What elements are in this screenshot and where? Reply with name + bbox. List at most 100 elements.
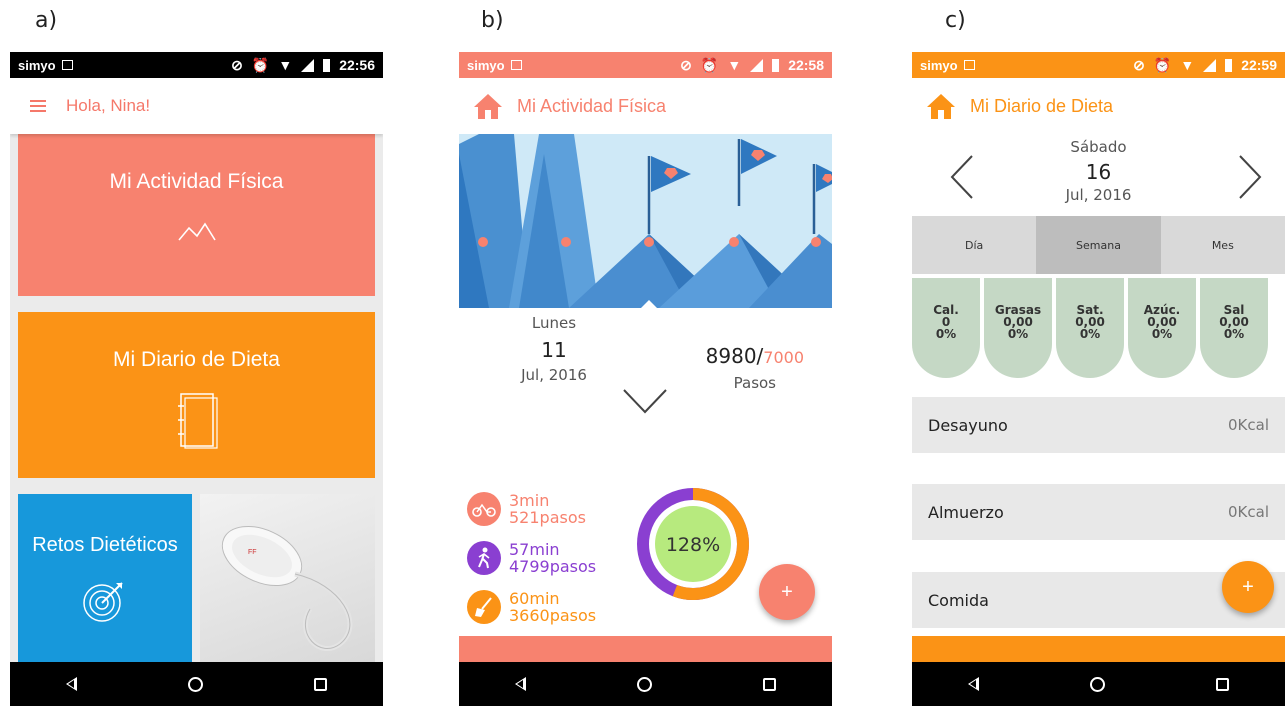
steps-goal: 7000 xyxy=(763,348,804,367)
month-year: Jul, 2016 xyxy=(521,366,587,384)
nutrient-calories: Cal. 0 0% xyxy=(912,278,980,378)
do-not-disturb-icon: ⊘ xyxy=(1133,57,1145,73)
home-button-icon[interactable] xyxy=(187,676,203,692)
wifi-icon: ▼ xyxy=(278,57,293,73)
carrier-label: simyo xyxy=(18,57,56,73)
activity-steps: 521pasos xyxy=(509,508,586,527)
home-icon[interactable] xyxy=(926,92,956,120)
wearable-device-image: FF xyxy=(221,525,353,652)
android-nav-bar xyxy=(912,662,1285,706)
weekday: Sábado xyxy=(1070,138,1127,156)
steps-value: 8980/ xyxy=(705,344,764,368)
progress-percent-label: 128% xyxy=(666,534,720,556)
mountains-illustration xyxy=(459,134,832,308)
back-icon[interactable] xyxy=(967,677,979,691)
battery-icon xyxy=(1225,58,1233,72)
home-icon[interactable] xyxy=(473,92,503,120)
home-button-icon[interactable] xyxy=(1089,676,1105,692)
do-not-disturb-icon: ⊘ xyxy=(680,57,692,73)
bottom-strip xyxy=(459,636,832,662)
panel-label-a: a) xyxy=(35,8,58,33)
activity-minutes: 60min xyxy=(509,589,560,608)
clock: 22:59 xyxy=(1241,57,1277,73)
battery-icon xyxy=(323,58,331,72)
chevron-down-icon[interactable] xyxy=(622,388,668,414)
meal-kcal: 0Kcal xyxy=(1228,503,1269,521)
wifi-icon: ▼ xyxy=(1180,57,1195,73)
image-notification-icon xyxy=(61,60,73,70)
tile-title: Retos Dietéticos xyxy=(32,534,178,556)
tab-mes[interactable]: Mes xyxy=(1160,216,1285,274)
period-tabs: Día Semana Mes xyxy=(912,216,1285,274)
recent-apps-icon[interactable] xyxy=(763,677,777,691)
signal-icon xyxy=(301,58,315,72)
status-bar: simyo ⊘ ⏰ ▼ 22:56 xyxy=(10,52,383,78)
tab-semana[interactable]: Semana xyxy=(1036,216,1161,274)
device-photo[interactable]: FF xyxy=(200,494,375,662)
alarm-icon: ⏰ xyxy=(251,57,270,73)
bottom-strip xyxy=(912,636,1285,662)
add-button[interactable]: + xyxy=(1222,561,1274,613)
nutrient-percent: 0% xyxy=(935,327,957,341)
image-notification-icon xyxy=(510,60,522,70)
meal-row-desayuno[interactable]: Desayuno 0Kcal xyxy=(912,397,1285,453)
chevron-left-icon[interactable] xyxy=(950,154,974,200)
signal-icon xyxy=(750,58,764,72)
tab-dia[interactable]: Día xyxy=(912,216,1037,274)
image-notification-icon xyxy=(963,60,975,70)
page-title: Mi Diario de Dieta xyxy=(970,95,1114,116)
tile-diario-dieta[interactable]: Mi Diario de Dieta xyxy=(18,312,375,478)
battery-icon xyxy=(772,58,780,72)
tile-retos-dieteticos[interactable]: Retos Dietéticos xyxy=(18,494,192,662)
page-title: Mi Actividad Física xyxy=(517,95,667,116)
activity-row-chores: 60min 3660pasos xyxy=(467,590,596,624)
weekday: Lunes xyxy=(531,314,577,332)
chevron-right-icon[interactable] xyxy=(1238,154,1262,200)
progress-ring: 128% xyxy=(635,484,759,613)
home-button-icon[interactable] xyxy=(636,676,652,692)
home-tiles: Mi Actividad Física Mi Diario de Dieta R… xyxy=(10,134,383,662)
steps-summary: 8980/7000 Pasos xyxy=(706,344,804,392)
activity-minutes: 3min xyxy=(509,491,550,510)
back-icon[interactable] xyxy=(65,677,77,691)
bike-icon xyxy=(467,492,501,526)
menu-icon[interactable] xyxy=(30,100,46,112)
meal-kcal: 0Kcal xyxy=(1228,416,1269,434)
tile-actividad-fisica[interactable]: Mi Actividad Física xyxy=(18,134,375,296)
nutrient-saturated: Sat. 0,00 0% xyxy=(1056,278,1124,378)
activity-wave-icon xyxy=(177,222,216,241)
signal-icon xyxy=(1203,58,1217,72)
activity-row-bike: 3min 521pasos xyxy=(467,492,586,526)
activity-minutes: 57min xyxy=(509,540,560,559)
nutrient-summary: Cal. 0 0% Grasas 0,00 0% Sat. 0,00 0% Azúc. 0,0… xyxy=(912,278,1285,378)
app-header: Mi Actividad Física xyxy=(459,78,832,134)
day: 11 xyxy=(541,338,567,362)
nutrient-percent: 0% xyxy=(1079,327,1101,341)
nutrient-salt: Sal 0,00 0% xyxy=(1200,278,1268,378)
alarm-icon: ⏰ xyxy=(700,57,719,73)
walk-icon xyxy=(467,541,501,575)
svg-text:FF: FF xyxy=(248,549,257,556)
android-nav-bar xyxy=(459,662,832,706)
recent-apps-icon[interactable] xyxy=(1216,677,1230,691)
phone-screen-c: simyo ⊘ ⏰ ▼ 22:59 Mi Diario de Dieta Sáb… xyxy=(912,52,1285,706)
tile-title: Mi Diario de Dieta xyxy=(113,348,280,371)
status-bar: simyo ⊘ ⏰ ▼ 22:58 xyxy=(459,52,832,78)
page-title: Hola, Nina! xyxy=(66,96,151,115)
meal-name: Comida xyxy=(928,590,989,610)
meal-name: Desayuno xyxy=(928,415,1008,435)
back-icon[interactable] xyxy=(514,677,526,691)
tile-title: Mi Actividad Física xyxy=(109,170,284,193)
recent-apps-icon[interactable] xyxy=(314,677,328,691)
add-button[interactable]: + xyxy=(759,564,815,620)
nutrient-percent: 0% xyxy=(1007,327,1029,341)
steps-label: Pasos xyxy=(733,374,776,392)
meal-row-almuerzo[interactable]: Almuerzo 0Kcal xyxy=(912,484,1285,540)
nutrient-percent: 0% xyxy=(1223,327,1245,341)
clock: 22:58 xyxy=(788,57,824,73)
app-header: Mi Diario de Dieta xyxy=(912,78,1285,134)
do-not-disturb-icon: ⊘ xyxy=(231,57,243,73)
carrier-label: simyo xyxy=(467,57,505,73)
activity-steps: 4799pasos xyxy=(509,557,597,576)
nutrient-sugar: Azúc. 0,00 0% xyxy=(1128,278,1196,378)
